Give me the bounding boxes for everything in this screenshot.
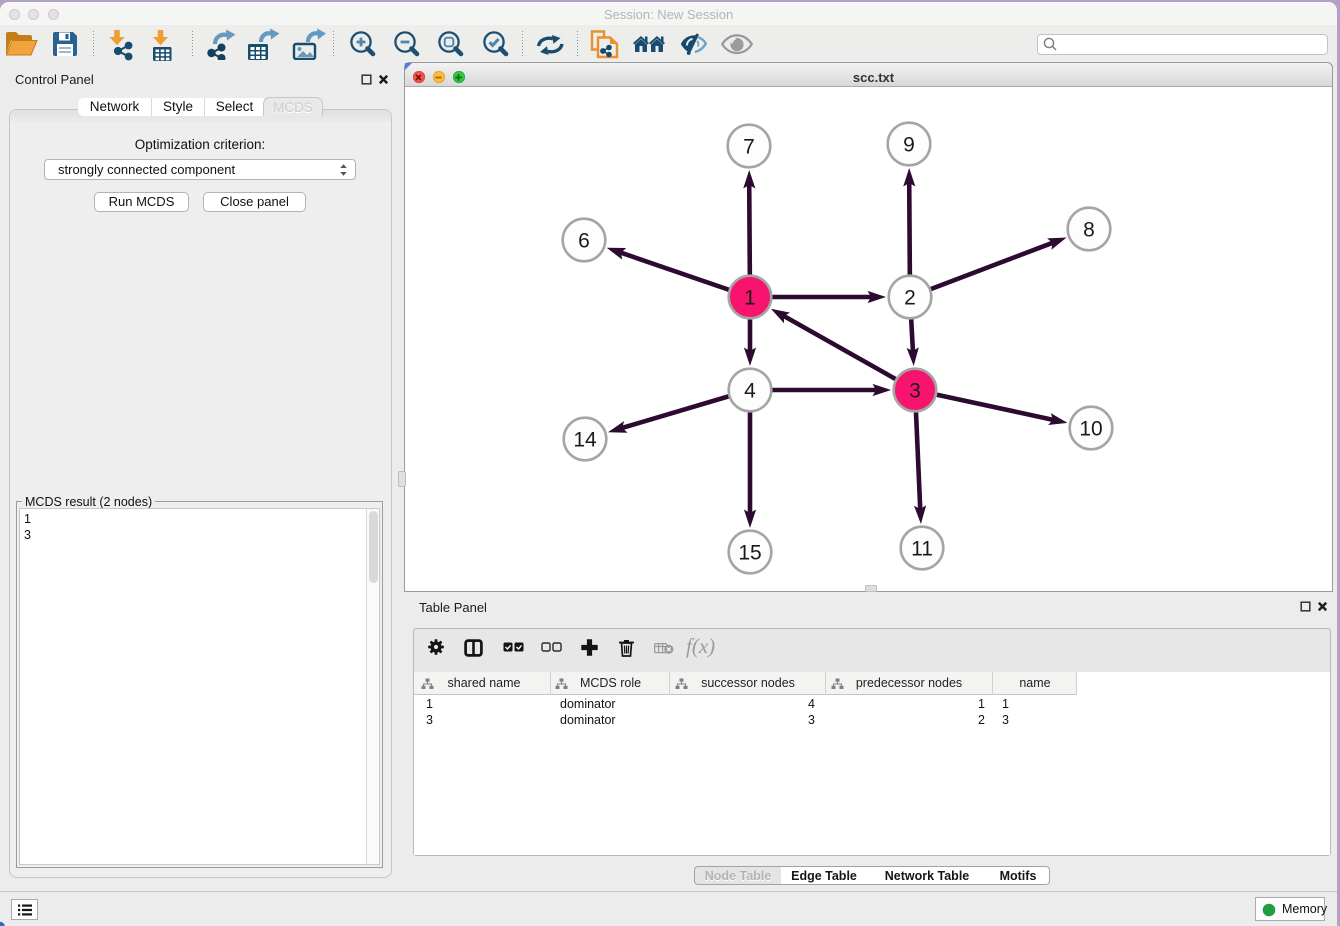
svg-text:14: 14 xyxy=(573,429,597,452)
svg-text:11: 11 xyxy=(911,538,933,561)
svg-text:2: 2 xyxy=(904,287,916,310)
svg-text:9: 9 xyxy=(903,134,915,157)
svg-text:6: 6 xyxy=(578,230,590,253)
svg-text:3: 3 xyxy=(909,380,921,403)
svg-text:1: 1 xyxy=(744,287,756,310)
svg-text:10: 10 xyxy=(1079,418,1102,441)
svg-text:4: 4 xyxy=(744,380,756,403)
svg-text:15: 15 xyxy=(738,542,761,565)
svg-text:8: 8 xyxy=(1083,219,1095,242)
svg-text:7: 7 xyxy=(743,136,755,159)
